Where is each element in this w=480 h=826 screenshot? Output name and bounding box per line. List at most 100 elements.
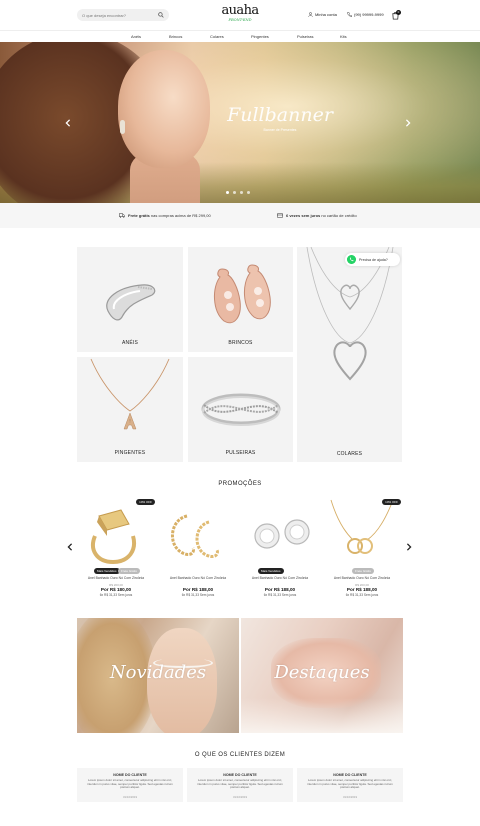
- product-name: Anel Banhado Ouro Nó Com Zircônia: [251, 576, 309, 580]
- product-name: Anel Banhado Ouro Nó Com Zircônia: [333, 576, 391, 580]
- category-card-pingentes[interactable]: PINGENTES: [77, 357, 183, 462]
- product-price: Por R$ 180,00: [100, 587, 132, 592]
- promo-prev-arrow-icon[interactable]: [66, 543, 74, 551]
- tag-best-seller: Mais Vendidos: [94, 568, 120, 574]
- banner-subtitle: Banner de Presentes: [263, 128, 297, 132]
- category-card-brincos[interactable]: BRINCOS: [188, 247, 293, 352]
- whatsapp-help-button[interactable]: Precisa de ajuda?: [345, 253, 400, 266]
- product-installments: 6x R$ 31,33 Sem juros: [181, 593, 215, 597]
- product-price: Por R$ 188,00: [346, 587, 378, 592]
- bracelet-image: [201, 393, 281, 426]
- hero-banner[interactable]: Fullbanner Banner de Presentes: [0, 42, 480, 203]
- discount-badge: 10% OFF: [382, 499, 401, 505]
- banner-dot[interactable]: [226, 191, 229, 194]
- account-label: Minha conta: [315, 12, 337, 17]
- phone-label: (99) 99999-9999: [354, 12, 384, 17]
- product-image-signet-ring: [91, 509, 136, 565]
- category-label: BRINCOS: [228, 340, 253, 346]
- testimonial-text: Lorem ipsum dolor sit amet, consectetur …: [197, 778, 283, 790]
- testimonial-name: NOME DO CLIENTE: [223, 773, 257, 777]
- category-label: ANÉIS: [121, 340, 138, 346]
- benefits-bar: Frete grátis nas compras acima de R$ 299…: [0, 203, 480, 228]
- testimonial-date: 31/10/2019: [123, 795, 137, 799]
- installments-highlight: 6 vezes sem juros: [286, 213, 321, 218]
- category-card-colares[interactable]: COLARES: [297, 247, 402, 462]
- testimonial-card: NOME DO CLIENTE Lorem ipsum dolor sit am…: [77, 768, 183, 802]
- nav-item-pingentes[interactable]: Pingentes: [251, 34, 269, 39]
- product-installments: 6x R$ 31,33 Sem juros: [345, 593, 379, 597]
- promo-next-arrow-icon[interactable]: [405, 543, 413, 551]
- phone-icon: [347, 12, 352, 17]
- free-shipping-highlight: Frete grátis: [128, 213, 150, 218]
- logo-tagline: FRONT-END: [228, 18, 252, 22]
- site-header: O que deseja encontrar? auaha FRONT-END …: [0, 0, 480, 42]
- user-icon: [308, 12, 313, 17]
- feature-label: Destaques: [274, 662, 370, 683]
- account-link[interactable]: Minha conta: [308, 12, 337, 17]
- product-image-knot-necklace: [330, 499, 394, 554]
- search-bar[interactable]: O que deseja encontrar?: [77, 9, 169, 21]
- testimonial-text: Lorem ipsum dolor sit amet, consectetur …: [307, 778, 393, 790]
- category-label: PINGENTES: [114, 450, 146, 456]
- category-label: PULSEIRAS: [225, 450, 256, 456]
- promotions-title: PROMOÇÕES: [218, 481, 262, 487]
- testimonial-text: Lorem ipsum dolor sit amet, consectetur …: [87, 778, 173, 790]
- testimonial-name: NOME DO CLIENTE: [113, 773, 147, 777]
- search-input[interactable]: O que deseja encontrar?: [82, 13, 158, 18]
- testimonial-card: NOME DO CLIENTE Lorem ipsum dolor sit am…: [297, 768, 403, 802]
- product-installments: 6x R$ 31,33 Sem juros: [263, 593, 297, 597]
- banner-next-arrow-icon[interactable]: [404, 119, 412, 127]
- nav-item-colares[interactable]: Colares: [210, 34, 224, 39]
- banner-pagination: [226, 191, 250, 194]
- tag-best-seller: Mais Vendidos: [258, 568, 284, 574]
- testimonial-date: 31/10/2019: [233, 795, 247, 799]
- model-dress: [241, 698, 403, 733]
- phone-link[interactable]: (99) 99999-9999: [347, 12, 384, 17]
- feature-banner-novidades[interactable]: Novidades: [77, 618, 239, 733]
- category-card-pulseiras[interactable]: PULSEIRAS: [188, 357, 293, 462]
- installments-info: 6 vezes sem juros no cartão de crédito: [277, 213, 357, 218]
- product-installments: 6x R$ 31,33 Sem juros: [99, 593, 133, 597]
- whatsapp-label: Precisa de ajuda?: [359, 257, 388, 262]
- feature-label: Novidades: [109, 662, 207, 683]
- search-icon[interactable]: [158, 12, 164, 18]
- free-shipping-text: nas compras acima de R$ 299,00: [150, 213, 211, 218]
- category-card-aneis[interactable]: ANÉIS: [77, 247, 183, 352]
- testimonial-date: 31/10/2019: [343, 795, 357, 799]
- banner-dot[interactable]: [240, 191, 243, 194]
- testimonials-title: O QUE OS CLIENTES DIZEM: [194, 752, 286, 758]
- installments-text: no cartão de crédito: [321, 213, 357, 218]
- nav-item-aneis[interactable]: Anéis: [131, 34, 141, 39]
- product-card[interactable]: Mais Vendidos Anel Banhado Ouro Nó Com Z…: [241, 496, 319, 604]
- free-shipping-info: Frete grátis nas compras acima de R$ 299…: [119, 213, 211, 218]
- ring-image: [106, 284, 156, 321]
- banner-title: Fullbanner: [227, 104, 333, 126]
- banner-dot[interactable]: [233, 191, 236, 194]
- cart-count-badge: 0: [396, 10, 401, 15]
- product-card[interactable]: Anel Banhado Ouro Nó Com Zircônia Por R$…: [159, 496, 237, 604]
- product-price: Por R$ 188,00: [264, 587, 296, 592]
- product-price: Por R$ 188,00: [182, 587, 214, 592]
- feature-banner-destaques[interactable]: Destaques: [241, 618, 403, 733]
- product-card[interactable]: 10% OFF Mais Vendidos Frete Grátis Anel …: [77, 496, 155, 604]
- page: O que deseja encontrar? auaha FRONT-END …: [0, 0, 480, 826]
- main-nav: Anéis Brincos Colares Pingentes Pulseira…: [0, 30, 480, 42]
- nav-item-brincos[interactable]: Brincos: [169, 34, 182, 39]
- product-name: Anel Banhado Ouro Nó Com Zircônia: [87, 576, 145, 580]
- product-image-stud-earrings: [254, 519, 310, 549]
- brand-logo[interactable]: auaha FRONT-END: [218, 4, 262, 22]
- nav-item-kits[interactable]: Kits: [340, 34, 347, 39]
- truck-icon: [119, 213, 125, 218]
- banner-model-face: [118, 50, 210, 168]
- banner-dot[interactable]: [247, 191, 250, 194]
- banner-earring: [120, 120, 125, 134]
- category-label: COLARES: [336, 451, 363, 457]
- banner-prev-arrow-icon[interactable]: [64, 119, 72, 127]
- nav-item-pulseiras[interactable]: Pulseiras: [297, 34, 313, 39]
- tag-free-shipping: Frete Grátis: [352, 568, 374, 574]
- testimonial-card: NOME DO CLIENTE Lorem ipsum dolor sit am…: [187, 768, 293, 802]
- product-card[interactable]: 10% OFF Frete Grátis Anel Banhado Ouro N…: [323, 496, 401, 604]
- necklace-image: [306, 247, 394, 381]
- earrings-image: [214, 264, 271, 324]
- whatsapp-icon: [347, 255, 356, 264]
